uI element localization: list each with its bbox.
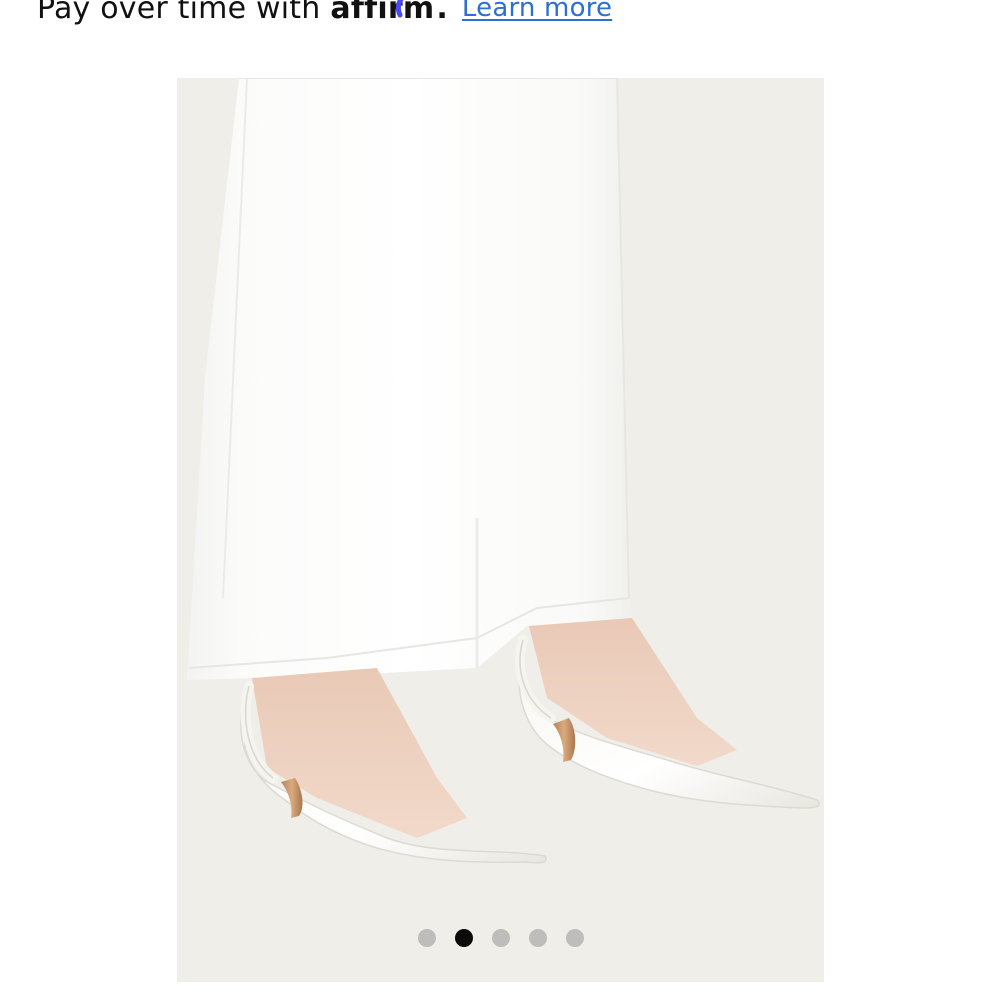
carousel-dot-3[interactable] <box>491 929 510 947</box>
affirm-logo: affirm <box>330 0 434 26</box>
carousel-dot-4[interactable] <box>528 929 547 947</box>
product-page: Pay over time with affirm . Learn more <box>0 0 1000 1000</box>
affirm-promo-text: Pay over time with <box>37 0 321 26</box>
carousel-dot-1[interactable] <box>417 929 436 947</box>
carousel-pagination <box>177 929 824 947</box>
affirm-promo: Pay over time with affirm . Learn more <box>37 0 612 28</box>
learn-more-link[interactable]: Learn more <box>462 0 612 23</box>
product-image <box>177 78 824 982</box>
affirm-logo-text: affirm <box>330 0 435 26</box>
carousel-dot-2-active[interactable] <box>454 929 473 947</box>
product-image-carousel[interactable] <box>177 78 824 982</box>
carousel-dot-5[interactable] <box>565 929 584 947</box>
affirm-logo-suffix: . <box>436 0 448 26</box>
